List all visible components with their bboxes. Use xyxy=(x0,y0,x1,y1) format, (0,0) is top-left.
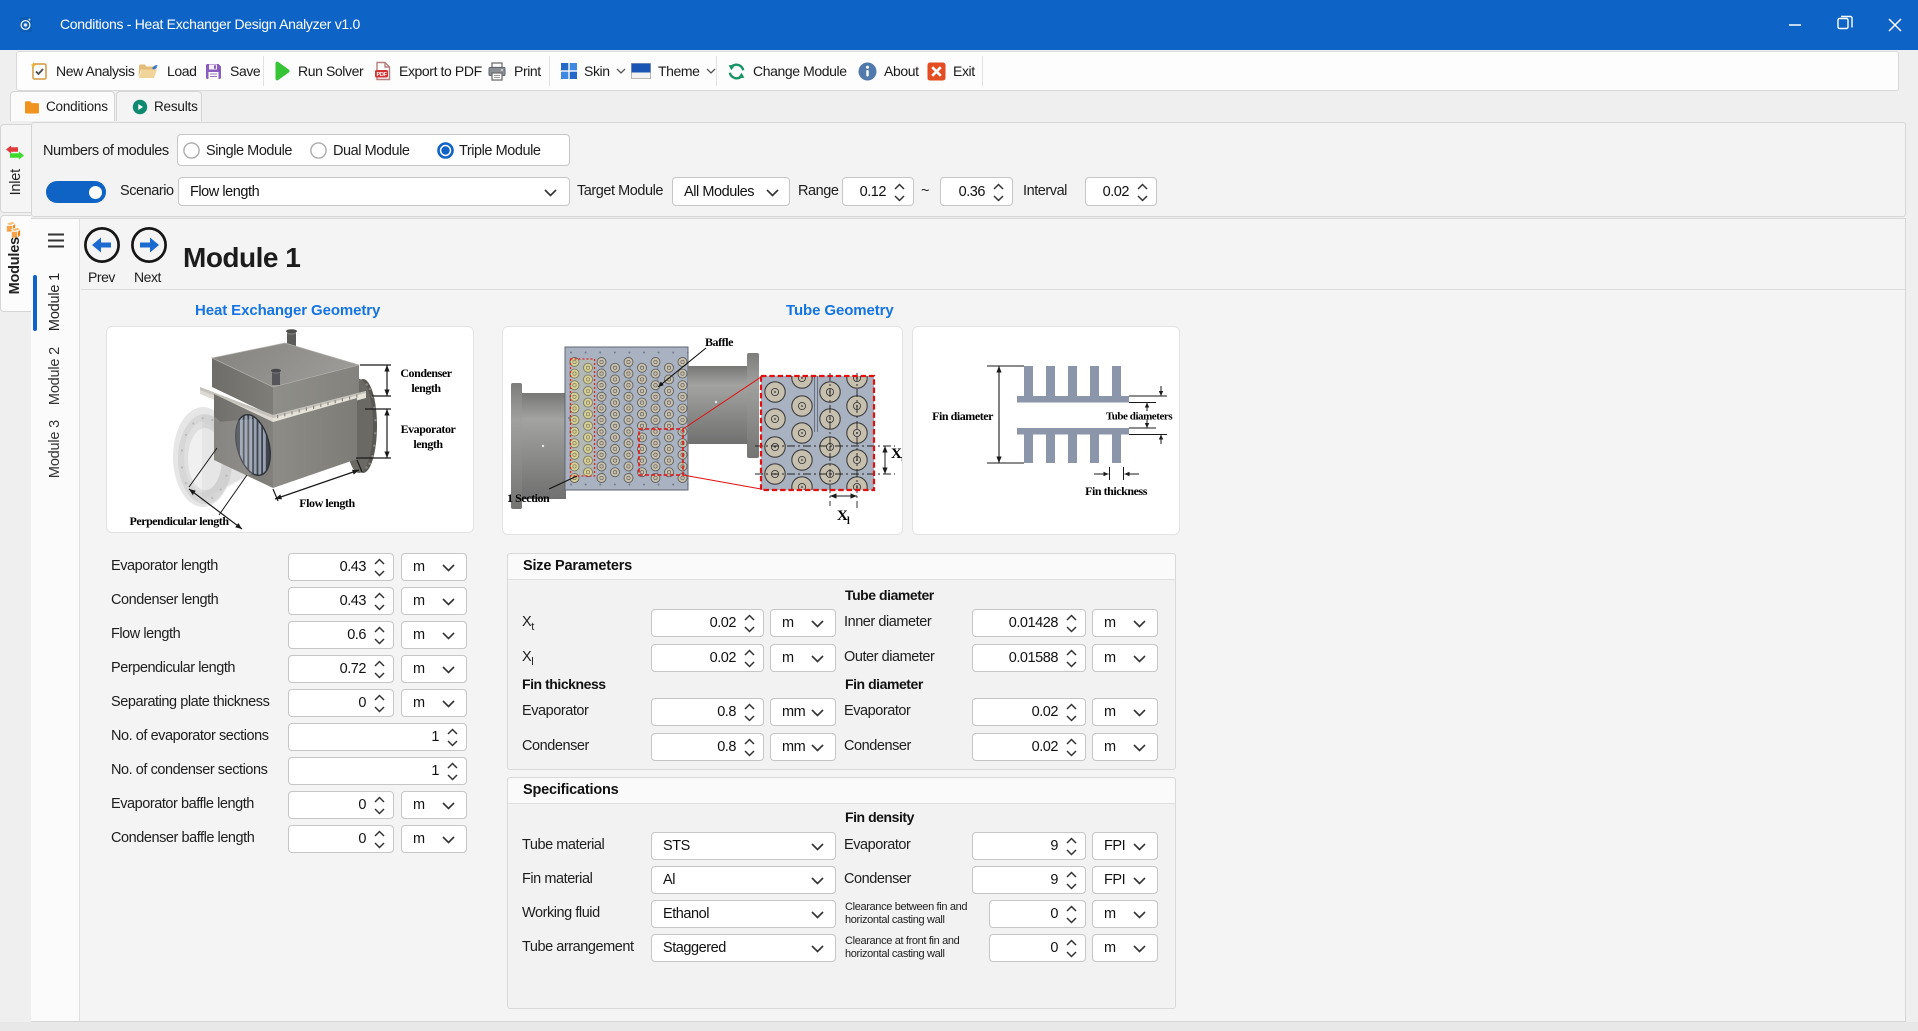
svg-text:length: length xyxy=(411,381,441,395)
svg-text:t: t xyxy=(901,454,902,465)
svg-text:Fin diameter: Fin diameter xyxy=(932,409,994,423)
svg-text:Baffle: Baffle xyxy=(705,335,734,349)
svg-text:Flow length: Flow length xyxy=(299,496,355,510)
svg-text:length: length xyxy=(413,437,443,451)
svg-text:Condenser: Condenser xyxy=(400,366,452,380)
svg-text:PDF: PDF xyxy=(377,72,388,78)
svg-text:Evaporator: Evaporator xyxy=(401,422,457,436)
svg-text:1 Section: 1 Section xyxy=(507,491,550,505)
svg-text:l: l xyxy=(847,516,850,527)
svg-text:Perpendicular length: Perpendicular length xyxy=(129,514,229,528)
svg-text:Fin thickness: Fin thickness xyxy=(1085,484,1148,498)
svg-text:Tube diameters: Tube diameters xyxy=(1106,411,1173,423)
